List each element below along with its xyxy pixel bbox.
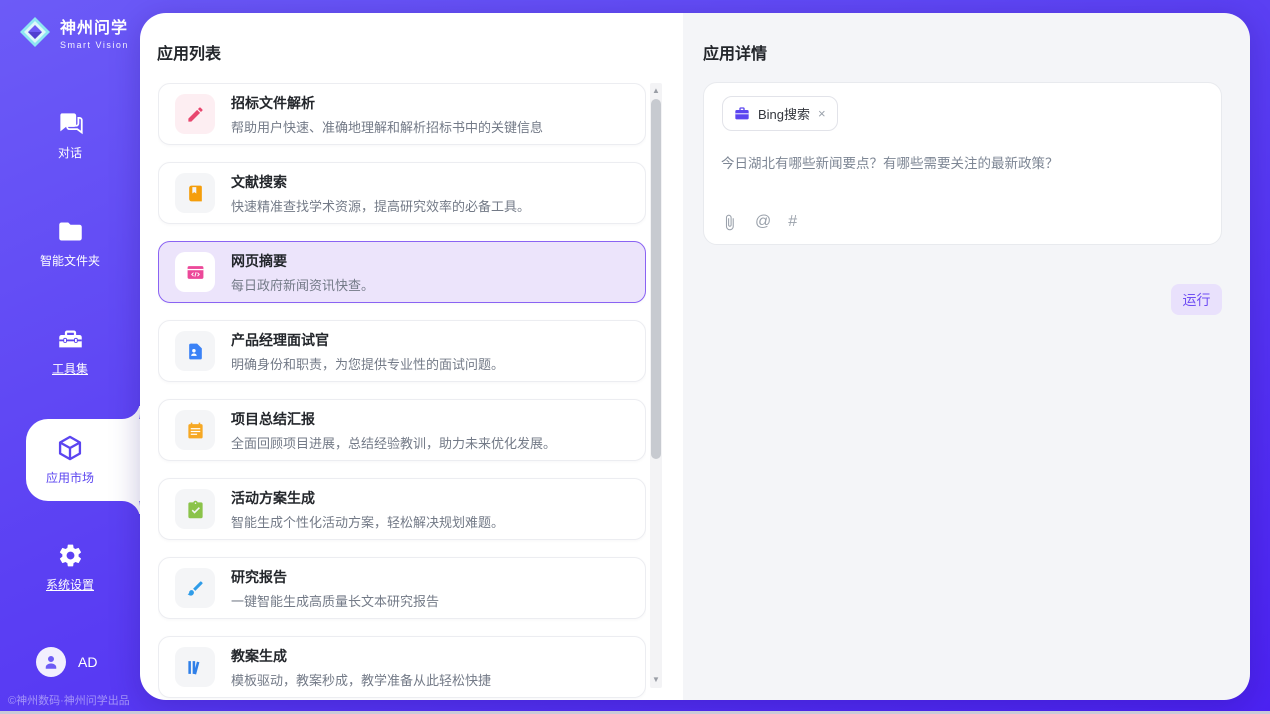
app-card-web-summary[interactable]: 网页摘要 每日政府新闻资讯快查。: [158, 241, 646, 303]
sidebar-item-chat[interactable]: 对话: [0, 110, 140, 161]
avatar: [36, 647, 66, 677]
app-card-research-report[interactable]: 研究报告 一键智能生成高质量长文本研究报告: [158, 557, 646, 619]
sidebar-item-toolset[interactable]: 工具集: [0, 326, 140, 377]
list-scrollbar[interactable]: ▲ ▼: [650, 83, 662, 688]
app-title: 招标文件解析: [231, 93, 543, 113]
topic-icon[interactable]: #: [788, 213, 797, 231]
app-card-bid-analysis[interactable]: 招标文件解析 帮助用户快速、准确地理解和解析招标书中的关键信息: [158, 83, 646, 145]
sidebar-item-label: 智能文件夹: [40, 252, 100, 269]
scroll-up-icon[interactable]: ▲: [650, 85, 662, 97]
mention-icon[interactable]: @: [755, 213, 771, 231]
chat-icon: [57, 110, 84, 137]
app-title: 产品经理面试官: [231, 330, 504, 350]
app-title: 网页摘要: [231, 251, 374, 271]
tool-tag-label: Bing搜索: [758, 104, 810, 123]
user-name: AD: [78, 654, 97, 670]
app-desc: 一键智能生成高质量长文本研究报告: [231, 591, 439, 610]
diamond-logo-icon: [18, 15, 52, 49]
app-card-list: 招标文件解析 帮助用户快速、准确地理解和解析招标书中的关键信息 文献搜索 快速精…: [158, 83, 646, 700]
folder-icon: [57, 218, 84, 245]
sidebar-item-settings[interactable]: 系统设置: [0, 542, 140, 593]
paperclip-icon[interactable]: [721, 214, 738, 231]
brand-name: 神州问学: [60, 14, 129, 38]
briefcase-icon: [734, 106, 750, 122]
app-list-title: 应用列表: [157, 40, 221, 64]
app-desc: 快速精准查找学术资源，提高研究效率的必备工具。: [231, 196, 530, 215]
main-content: 应用列表 招标文件解析 帮助用户快速、准确地理解和解析招标书中的关键信息 文献搜…: [140, 13, 1250, 700]
book-icon: [175, 173, 215, 213]
sidebar-item-app-market[interactable]: 应用市场: [0, 434, 140, 486]
resume-icon: [175, 331, 215, 371]
app-title: 教案生成: [231, 646, 491, 666]
app-card-lesson-plan[interactable]: 教案生成 模板驱动，教案秒成，教学准备从此轻松快捷: [158, 636, 646, 698]
app-list-panel: 应用列表 招标文件解析 帮助用户快速、准确地理解和解析招标书中的关键信息 文献搜…: [140, 13, 683, 700]
app-card-project-summary[interactable]: 项目总结汇报 全面回顾项目进展，总结经验教训，助力未来优化发展。: [158, 399, 646, 461]
prompt-input-card[interactable]: Bing搜索 × 今日湖北有哪些新闻要点？有哪些需要关注的最新政策？ @ #: [703, 82, 1222, 245]
edit-icon: [175, 94, 215, 134]
query-input[interactable]: 今日湖北有哪些新闻要点？有哪些需要关注的最新政策？: [721, 152, 1204, 172]
close-icon[interactable]: ×: [818, 107, 826, 120]
sidebar-item-label: 应用市场: [46, 469, 94, 486]
clipboard-check-icon: [175, 489, 215, 529]
app-title: 活动方案生成: [231, 488, 504, 508]
sidebar-item-label: 工具集: [52, 360, 88, 377]
tool-tag-bing-search[interactable]: Bing搜索 ×: [722, 96, 838, 131]
app-card-literature-search[interactable]: 文献搜索 快速精准查找学术资源，提高研究效率的必备工具。: [158, 162, 646, 224]
app-card-activity-plan[interactable]: 活动方案生成 智能生成个性化活动方案，轻松解决规划难题。: [158, 478, 646, 540]
sidebar-item-label: 对话: [58, 144, 82, 161]
run-button[interactable]: 运行: [1171, 284, 1222, 315]
brush-icon: [175, 568, 215, 608]
app-desc: 全面回顾项目进展，总结经验教训，助力未来优化发展。: [231, 433, 556, 452]
user-account[interactable]: AD: [36, 647, 97, 677]
toolbox-icon: [57, 326, 84, 353]
sidebar: 神州问学 Smart Vision 对话 智能文件夹 工具集 应用市场: [0, 0, 140, 714]
scroll-down-icon[interactable]: ▼: [650, 674, 662, 686]
app-title: 项目总结汇报: [231, 409, 556, 429]
app-desc: 模板驱动，教案秒成，教学准备从此轻松快捷: [231, 670, 491, 689]
books-icon: [175, 647, 215, 687]
person-icon: [42, 653, 60, 671]
copyright-footer: ©神州数码·神州问学出品: [8, 692, 130, 708]
brand-subtitle: Smart Vision: [60, 40, 129, 50]
app-card-pm-interviewer[interactable]: 产品经理面试官 明确身份和职责，为您提供专业性的面试问题。: [158, 320, 646, 382]
app-detail-title: 应用详情: [703, 40, 767, 64]
gear-icon: [57, 542, 84, 569]
app-desc: 明确身份和职责，为您提供专业性的面试问题。: [231, 354, 504, 373]
browser-code-icon: [175, 252, 215, 292]
app-desc: 每日政府新闻资讯快查。: [231, 275, 374, 294]
sidebar-item-smart-folder[interactable]: 智能文件夹: [0, 218, 140, 269]
sidebar-item-label: 系统设置: [46, 576, 94, 593]
app-detail-panel: 应用详情 Bing搜索 × 今日湖北有哪些新闻要点？有哪些需要关注的最新政策？ …: [683, 13, 1250, 700]
brand-logo: 神州问学 Smart Vision: [18, 14, 129, 50]
scrollbar-thumb[interactable]: [651, 99, 661, 459]
app-desc: 帮助用户快速、准确地理解和解析招标书中的关键信息: [231, 117, 543, 136]
calendar-icon: [175, 410, 215, 450]
app-desc: 智能生成个性化活动方案，轻松解决规划难题。: [231, 512, 504, 531]
composer-toolbar: @ #: [721, 213, 797, 231]
cube-icon: [56, 434, 84, 462]
app-title: 研究报告: [231, 567, 439, 587]
app-title: 文献搜索: [231, 172, 530, 192]
